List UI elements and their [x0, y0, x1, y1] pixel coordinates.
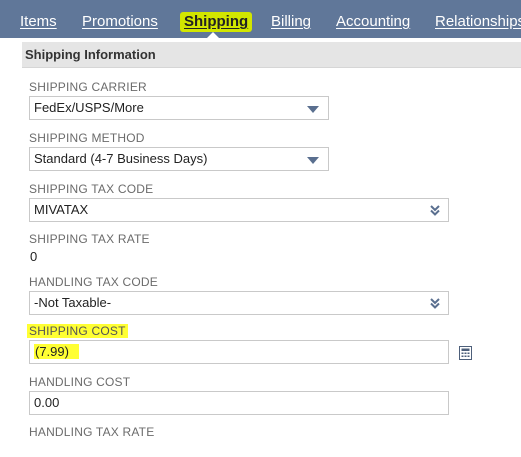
shipping-tax-code-select[interactable]: MIVATAX — [29, 198, 449, 222]
shipping-cost-value: (7.99) — [34, 344, 79, 359]
tab-billing[interactable]: Billing — [271, 12, 311, 32]
tab-relationships[interactable]: Relationships — [435, 12, 521, 32]
double-chevron-down-icon — [430, 298, 440, 309]
shipping-method-select[interactable]: Standard (4-7 Business Days) — [29, 147, 329, 171]
calculator-icon[interactable] — [459, 346, 472, 360]
shipping-tax-rate-label: SHIPPING TAX RATE — [29, 232, 150, 246]
shipping-carrier-label: SHIPPING CARRIER — [29, 80, 147, 94]
double-chevron-down-icon — [430, 205, 440, 216]
shipping-cost-field[interactable]: (7.99) — [29, 340, 449, 364]
handling-cost-label: HANDLING COST — [29, 375, 131, 389]
shipping-carrier-select[interactable]: FedEx/USPS/More — [29, 96, 329, 120]
handling-tax-code-label: HANDLING TAX CODE — [29, 275, 158, 289]
section-header: Shipping Information — [22, 42, 521, 68]
handling-cost-field[interactable]: 0.00 — [29, 391, 449, 415]
shipping-tax-code-label: SHIPPING TAX CODE — [29, 182, 154, 196]
subtab-bar: Items Promotions Shipping Billing Accoun… — [0, 0, 521, 38]
handling-cost-value: 0.00 — [34, 395, 60, 410]
tab-promotions[interactable]: Promotions — [82, 12, 158, 32]
tab-accounting[interactable]: Accounting — [336, 12, 410, 32]
tab-items[interactable]: Items — [20, 12, 57, 32]
shipping-method-value: Standard (4-7 Business Days) — [34, 151, 208, 166]
shipping-carrier-value: FedEx/USPS/More — [34, 100, 144, 115]
handling-tax-code-value: -Not Taxable- — [34, 295, 112, 310]
handling-tax-code-select[interactable]: -Not Taxable- — [29, 291, 449, 315]
shipping-tax-rate-value: 0 — [30, 249, 38, 264]
caret-down-icon — [307, 157, 319, 164]
handling-tax-rate-label: HANDLING TAX RATE — [29, 425, 155, 439]
shipping-tab-content: Shipping Information SHIPPING CARRIER Fe… — [14, 38, 521, 457]
shipping-tax-code-value: MIVATAX — [34, 202, 89, 217]
caret-down-icon — [307, 106, 319, 113]
tab-shipping[interactable]: Shipping — [180, 12, 253, 32]
section-title: Shipping Information — [25, 47, 156, 62]
shipping-cost-label: SHIPPING COST — [27, 324, 128, 338]
shipping-method-label: SHIPPING METHOD — [29, 131, 145, 145]
